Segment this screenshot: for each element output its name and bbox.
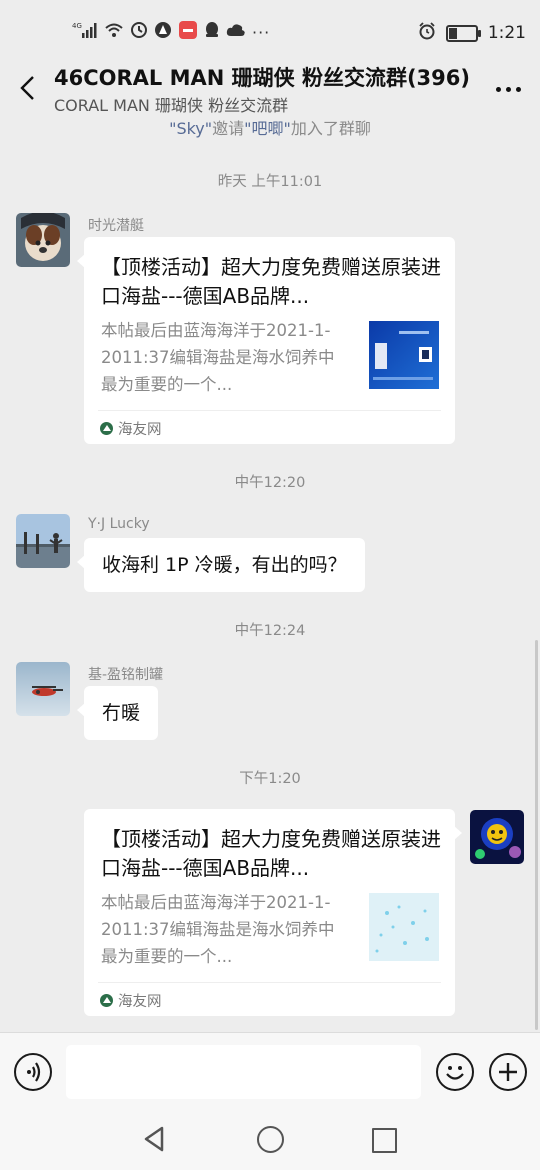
alarm-icon: [418, 21, 436, 45]
back-button[interactable]: [10, 70, 46, 106]
status-right: 1:21: [418, 20, 526, 46]
wifi-icon: [104, 22, 124, 42]
source-logo-icon: [100, 994, 113, 1007]
card-source: 海友网: [100, 418, 162, 439]
invitee-name[interactable]: "吧唧": [244, 119, 291, 138]
app-icon: [178, 20, 198, 44]
plus-icon: [499, 1063, 517, 1081]
input-bar: [0, 1032, 540, 1113]
timestamp: 中午12:24: [234, 623, 306, 639]
nav-back-icon: [144, 1126, 164, 1152]
sender-name: Y·J Lucky: [88, 516, 150, 532]
avatar[interactable]: [16, 514, 70, 568]
back-arrow-icon: [20, 76, 34, 100]
navigation-bar: [0, 1112, 540, 1170]
avatar[interactable]: [16, 213, 70, 267]
system-notice: "Sky"邀请"吧唧"加入了群聊: [0, 115, 540, 139]
card-source: 海友网: [100, 990, 162, 1011]
my-avatar[interactable]: [470, 810, 524, 864]
card-title: 【顶楼活动】超大力度免费赠送原装进口海盐---德国AB品牌...: [101, 255, 441, 308]
nav-recent-icon[interactable]: [372, 1128, 397, 1153]
inviter-name[interactable]: "Sky": [169, 119, 212, 138]
card-source-label: 海友网: [118, 994, 162, 1010]
message-input[interactable]: [66, 1045, 421, 1099]
timestamp: 中午12:20: [234, 475, 306, 491]
card-thumbnail: [369, 321, 439, 389]
source-logo-icon: [100, 422, 113, 435]
status-time: 1:21: [487, 23, 526, 43]
scrollbar[interactable]: [535, 640, 538, 1030]
sync-icon: [130, 21, 148, 43]
status-bar: 4G ··· 1:21: [0, 0, 540, 62]
cloud-icon: [226, 22, 246, 42]
nav-home-icon[interactable]: [257, 1126, 284, 1153]
nav-back-button[interactable]: [142, 1126, 168, 1152]
link-card[interactable]: 【顶楼活动】超大力度免费赠送原装进口海盐---德国AB品牌... 本帖最后由蓝海…: [84, 809, 462, 1016]
timestamp: 下午1:20: [239, 771, 301, 787]
card-title: 【顶楼活动】超大力度免费赠送原装进口海盐---德国AB品牌...: [101, 827, 441, 880]
notice-verb: 邀请: [212, 119, 245, 138]
card-divider: [98, 982, 441, 983]
chat-subtitle: CORAL MAN 珊瑚侠 粉丝交流群: [54, 96, 289, 115]
link-card[interactable]: 【顶楼活动】超大力度免费赠送原装进口海盐---德国AB品牌... 本帖最后由蓝海…: [77, 237, 455, 444]
overflow-dots-icon: ···: [252, 22, 271, 42]
voice-button[interactable]: [14, 1053, 52, 1091]
svg-text:4G: 4G: [72, 22, 82, 30]
sender-name: 时光潜艇: [88, 218, 144, 234]
emoji-icon: [446, 1066, 464, 1080]
more-icon: [495, 86, 501, 92]
voice-icon: [27, 1062, 41, 1082]
more-actions-button[interactable]: [489, 1053, 527, 1091]
chat-title: 46CORAL MAN 珊瑚侠 粉丝交流群(396): [54, 66, 470, 90]
timestamp: 昨天 上午11:01: [217, 174, 323, 190]
qq-icon: [204, 21, 220, 43]
battery-level: [448, 27, 457, 39]
message-bubble[interactable]: 收海利 1P 冷暖，有出的吗？: [77, 538, 365, 592]
card-description: 本帖最后由蓝海海洋于2021-1-2011:37编辑海盐是海水饲养中最为重要的一…: [101, 321, 335, 394]
notice-suffix: 加入了群聊: [290, 119, 371, 138]
card-description: 本帖最后由蓝海海洋于2021-1-2011:37编辑海盐是海水饲养中最为重要的一…: [101, 893, 335, 966]
browser-icon: [154, 21, 172, 43]
chat-header: 46CORAL MAN 珊瑚侠 粉丝交流群(396) CORAL MAN 珊瑚侠…: [0, 62, 540, 118]
avatar[interactable]: [16, 662, 70, 716]
emoji-button[interactable]: [436, 1053, 474, 1091]
message-bubble[interactable]: 冇暖: [76, 686, 159, 740]
sender-name: 基-盈铭制罐: [88, 667, 164, 683]
more-button[interactable]: [488, 74, 528, 104]
card-divider: [98, 410, 441, 411]
signal-icon: 4G: [72, 21, 98, 43]
card-thumbnail: [369, 893, 439, 961]
card-source-label: 海友网: [118, 422, 162, 438]
status-icons: 4G ···: [72, 20, 270, 44]
battery-icon: [445, 24, 481, 42]
